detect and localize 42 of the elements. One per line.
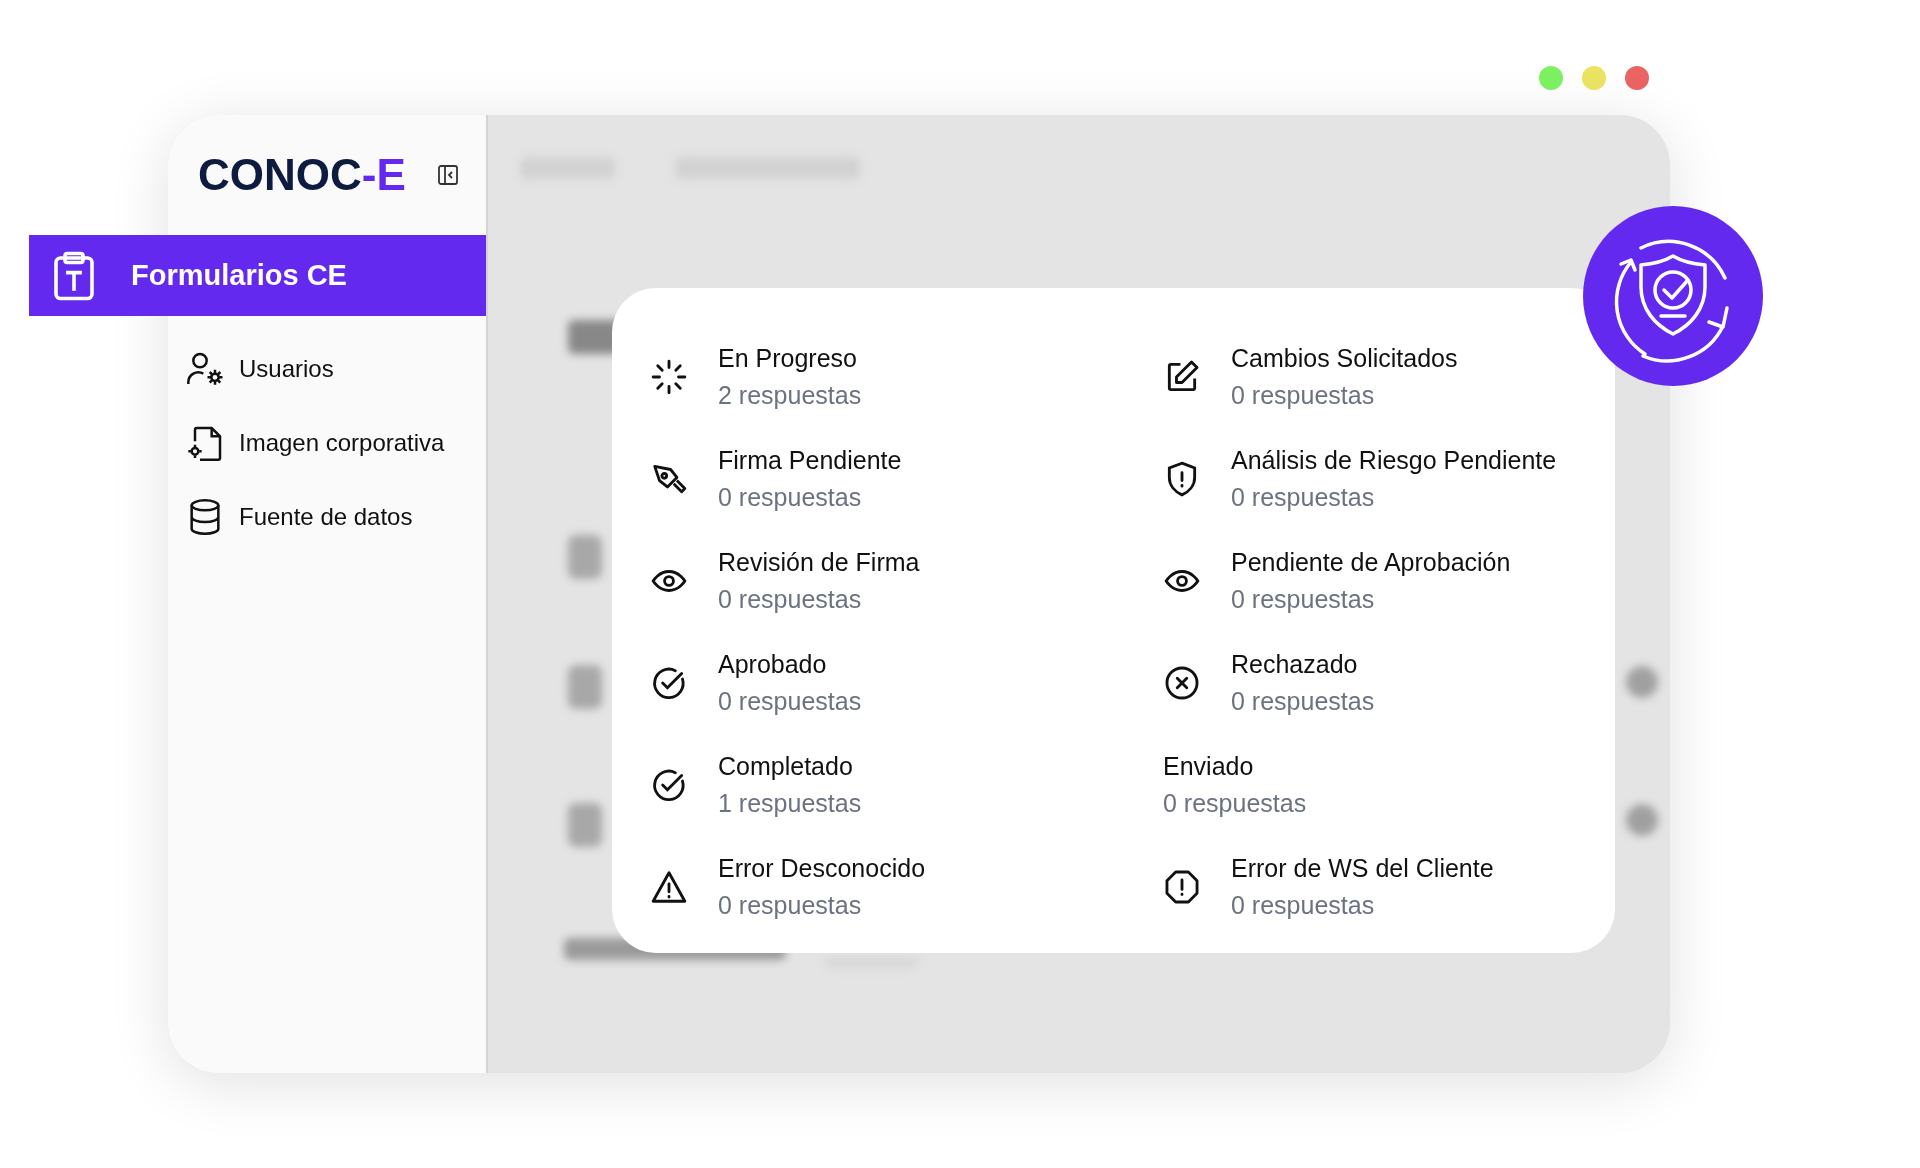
response-count: 0 respuestas (1231, 483, 1376, 512)
window-control-dot[interactable] (1582, 66, 1606, 90)
status-title: Error de WS del Cliente (1231, 854, 1494, 883)
status-title: Revisión de Firma (718, 548, 920, 577)
status-title: Firma Pendiente (718, 446, 902, 475)
status-title: Pendiente de Aprobación (1231, 548, 1511, 577)
status-title: Enviado (1163, 752, 1255, 781)
status-title: Completado (718, 752, 854, 781)
response-count: 2 respuestas (718, 381, 862, 410)
sidebar-item[interactable]: Usuarios (168, 332, 486, 406)
sidebar-item[interactable]: Fuente de datos (168, 480, 486, 554)
response-count: 0 respuestas (718, 585, 863, 614)
response-count: 0 respuestas (1231, 381, 1376, 410)
response-count: 0 respuestas (1231, 687, 1375, 716)
status-title: En Progreso (718, 344, 858, 373)
status-title: Aprobado (718, 650, 828, 679)
response-count: 0 respuestas (1231, 891, 1376, 920)
response-count: 0 respuestas (1231, 585, 1376, 614)
spinner-icon (650, 358, 688, 396)
octagon-alert-icon (1163, 868, 1201, 906)
window-control-dot[interactable] (1539, 66, 1563, 90)
logo: CONOC-E (198, 150, 406, 200)
x-circle-icon (1163, 664, 1201, 702)
window-control-dot[interactable] (1625, 66, 1649, 90)
status-title: Error Desconocido (718, 854, 926, 883)
sidebar-item[interactable]: Imagen corporativa (168, 406, 486, 480)
blurred-file-icon (568, 535, 602, 579)
response-count: 1 respuestas (718, 789, 862, 818)
sidebar-item[interactable]: Formularios CE (29, 235, 486, 316)
response-count: 0 respuestas (718, 891, 863, 920)
status-title: Cambios Solicitados (1231, 344, 1458, 373)
response-count: 0 respuestas (718, 687, 862, 716)
status-title: Análisis de Riesgo Pendiente (1231, 446, 1557, 475)
collapse-sidebar-icon[interactable] (435, 163, 460, 187)
status-title: Rechazado (1231, 650, 1359, 679)
response-count: 0 respuestas (1163, 789, 1307, 818)
blurred-file-icon (568, 665, 602, 709)
blurred-action-icon (1626, 666, 1658, 698)
response-count: 0 respuestas (718, 483, 863, 512)
blurred-file-icon (568, 803, 602, 847)
warning-icon (650, 868, 688, 906)
blurred-action-icon (1626, 804, 1658, 836)
